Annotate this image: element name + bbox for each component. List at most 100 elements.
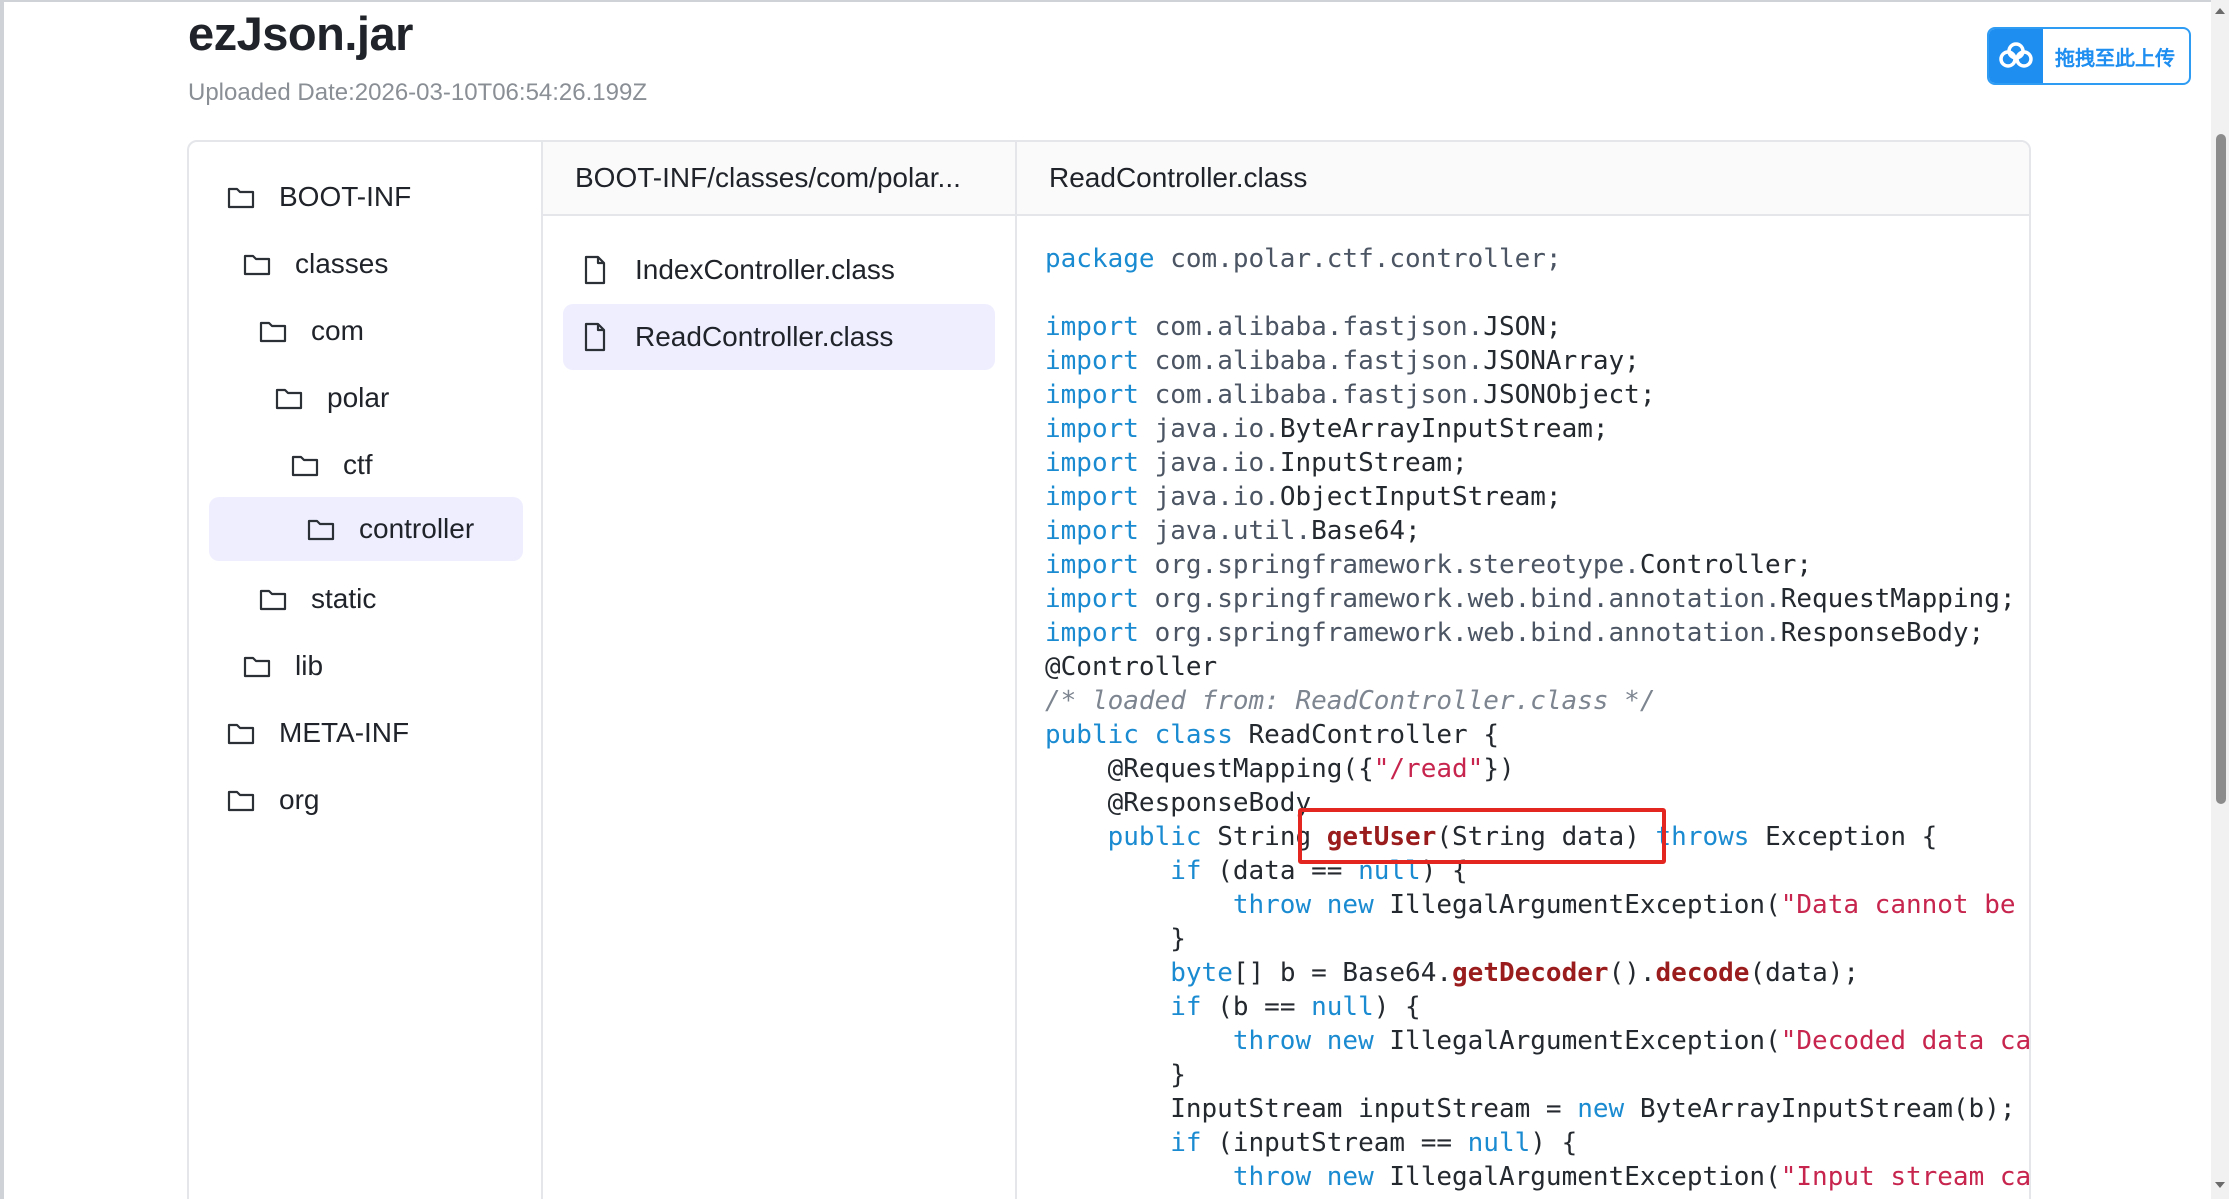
tree-item-label: classes — [295, 248, 389, 279]
code-token: (data == — [1201, 856, 1359, 886]
code-token: InputStream inputStream = — [1045, 1094, 1578, 1124]
code-token: new — [1326, 1162, 1374, 1192]
code-viewer: ReadController.class package com.polar.c… — [1017, 142, 2031, 1199]
scroll-down-arrow-icon[interactable] — [2215, 1182, 2225, 1188]
code-token: (inputStream == — [1201, 1128, 1468, 1158]
page-header: ezJson.jar Uploaded Date:2026-03-10T06:5… — [188, 4, 647, 108]
code-token: } — [1045, 1060, 1186, 1090]
tree-item-controller[interactable]: controller — [209, 497, 523, 561]
code-token: decode — [1655, 958, 1750, 988]
code-token: org.springframework.web.bind.annotation. — [1138, 618, 1781, 648]
folder-icon — [259, 589, 287, 611]
tree-item-ctf[interactable]: ctf — [291, 433, 511, 497]
code-token: ReadController { — [1232, 720, 1499, 750]
code-token: @Controller — [1045, 652, 1218, 682]
decompiled-source[interactable]: package com.polar.ctf.controller; import… — [1045, 242, 2031, 1194]
code-token: import — [1045, 584, 1139, 614]
code-token: (data); — [1749, 958, 1860, 988]
tree-item-label: com — [311, 315, 364, 346]
code-token: import — [1045, 618, 1139, 648]
file-item-label: IndexController.class — [635, 254, 895, 285]
code-token: "Input stream cannot be null"); — [1780, 1162, 2031, 1192]
tree-item-label: controller — [359, 513, 475, 544]
code-token: ResponseBody; — [1780, 618, 1985, 648]
tree-item-label: META-INF — [279, 717, 410, 748]
folder-icon — [291, 455, 319, 477]
upload-date: Uploaded Date:2026-03-10T06:54:26.199Z — [188, 79, 647, 106]
code-token: String — [1201, 822, 1327, 852]
tree-item-com[interactable]: com — [259, 299, 519, 363]
code-token: package — [1045, 244, 1155, 274]
code-token: "/read" — [1373, 754, 1484, 784]
tree-item-org[interactable]: org — [227, 768, 527, 832]
code-token: ByteArrayInputStream; — [1279, 414, 1609, 444]
code-file-name: ReadController.class — [1017, 142, 2029, 216]
code-token: java.io. — [1138, 482, 1280, 512]
code-token: import — [1045, 448, 1139, 478]
code-token: [] b = Base64. — [1232, 958, 1453, 988]
code-token: com.alibaba.fastjson. — [1138, 346, 1484, 376]
folder-icon — [227, 723, 255, 745]
tree-item-polar[interactable]: polar — [275, 366, 515, 430]
code-token: import — [1045, 380, 1139, 410]
tree-item-lib[interactable]: lib — [243, 634, 523, 698]
code-token: ByteArrayInputStream(b); — [1624, 1094, 2016, 1124]
code-token: throws — [1655, 822, 1750, 852]
folder-icon — [227, 790, 255, 812]
tree-item-static[interactable]: static — [259, 567, 519, 631]
code-token: RequestMapping; — [1780, 584, 2016, 614]
code-token: IllegalArgumentException( — [1373, 1162, 1781, 1192]
code-token: import — [1045, 550, 1139, 580]
tree-item-classes[interactable]: classes — [243, 232, 523, 296]
code-token: null — [1311, 992, 1374, 1022]
folder-icon — [307, 519, 335, 541]
code-token: org.springframework.stereotype. — [1138, 550, 1640, 580]
code-token: (String data) — [1436, 822, 1656, 852]
code-token: null — [1358, 856, 1421, 886]
folder-icon — [227, 187, 255, 209]
file-icon — [584, 322, 606, 352]
tree-item-meta-inf[interactable]: META-INF — [227, 701, 527, 765]
code-token: ) { — [1420, 856, 1468, 886]
code-token: ) { — [1373, 992, 1421, 1022]
scrollbar-thumb[interactable] — [2216, 134, 2226, 804]
page-title: ezJson.jar — [188, 7, 413, 60]
code-token: import — [1045, 346, 1139, 376]
upload-button[interactable]: 拖拽至此上传 — [1987, 27, 2191, 85]
code-token: com.alibaba.fastjson. — [1138, 312, 1484, 342]
file-item-label: ReadController.class — [635, 321, 894, 352]
folder-icon — [259, 321, 287, 343]
tree-item-boot-inf[interactable]: BOOT-INF — [227, 165, 527, 229]
code-token: @ResponseBody — [1045, 788, 1312, 818]
code-token: new — [1326, 1026, 1374, 1056]
tree-item-label: BOOT-INF — [279, 181, 412, 212]
code-token: /* loaded from: ReadController.class */ — [1045, 686, 1656, 716]
code-token: @RequestMapping({ — [1045, 754, 1374, 784]
code-token: class — [1154, 720, 1233, 750]
code-token: Exception { — [1749, 822, 1938, 852]
code-token: if — [1170, 856, 1202, 886]
file-item-indexcontroller[interactable]: IndexController.class — [563, 237, 995, 303]
code-token: org.springframework.web.bind.annotation. — [1138, 584, 1781, 614]
code-token: throw — [1232, 1162, 1312, 1192]
code-token: throw — [1232, 890, 1312, 920]
upload-button-label: 拖拽至此上传 — [2055, 47, 2175, 70]
page-scrollbar[interactable] — [2211, 0, 2229, 1199]
scroll-up-arrow-icon[interactable] — [2215, 8, 2225, 14]
code-token: byte — [1170, 958, 1233, 988]
file-icon — [584, 255, 606, 285]
code-token: if — [1170, 992, 1202, 1022]
code-token: java.io. — [1138, 448, 1280, 478]
code-token: getDecoder — [1452, 958, 1609, 988]
jar-explorer-panel: BOOT-INF classes com polar ctf controlle… — [187, 140, 2031, 1199]
code-token: import — [1045, 516, 1139, 546]
file-list: BOOT-INF/classes/com/polar... IndexContr… — [543, 142, 1017, 1199]
file-item-readcontroller[interactable]: ReadController.class — [563, 304, 995, 370]
code-token: if — [1170, 1128, 1202, 1158]
cloud-upload-icon — [1989, 29, 2043, 83]
code-token: IllegalArgumentException( — [1373, 1026, 1781, 1056]
